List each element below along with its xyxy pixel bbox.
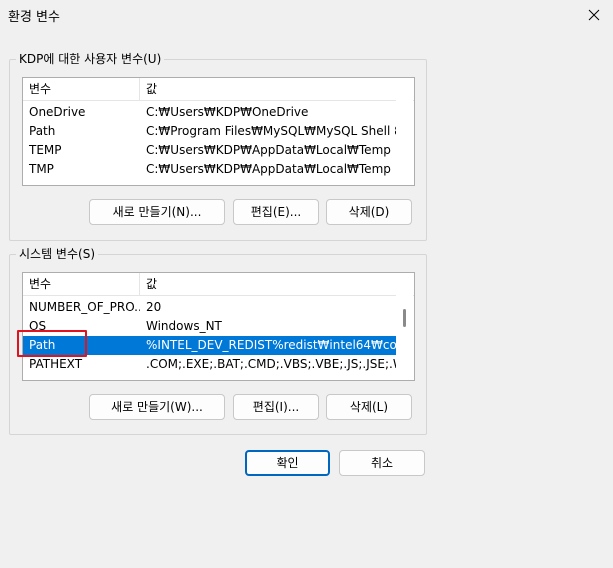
variable-value: C:₩Users₩KDP₩AppData₩Local₩Temp [146,162,391,176]
highlight-annotation [17,330,87,357]
system-edit-button[interactable]: 편집(I)... [233,394,319,420]
variable-name: Path [29,124,56,138]
variable-name: TMP [29,162,54,176]
user-variables-list[interactable]: 변수 값 OneDrive C:₩Users₩KDP₩OneDrive Path… [22,77,415,186]
system-variables-label: 시스템 변수(S) [16,247,98,261]
close-icon [588,9,600,21]
variable-name: TEMP [29,143,62,157]
system-variables-list[interactable]: 변수 값 NUMBER_OF_PRO... 20 OS Windows_NT P… [22,272,415,381]
window-title: 환경 변수 [8,10,60,25]
variable-value: Windows_NT [146,319,222,333]
user-variables-label: KDP에 대한 사용자 변수(U) [16,52,165,66]
variable-value: C:₩Users₩KDP₩OneDrive [146,105,309,119]
list-header: 변수 값 [23,78,414,101]
user-delete-button[interactable]: 삭제(D) [326,199,412,225]
list-header: 변수 값 [23,273,414,296]
table-row[interactable]: Path C:₩Program Files₩MySQL₩MySQL Shell … [23,122,396,141]
user-new-button[interactable]: 새로 만들기(N)... [89,199,225,225]
scrollbar-thumb[interactable] [403,309,406,327]
table-row[interactable]: TEMP C:₩Users₩KDP₩AppData₩Local₩Temp [23,141,396,160]
system-delete-button[interactable]: 삭제(L) [326,394,412,420]
column-header-variable[interactable]: 변수 [23,78,140,100]
table-row[interactable]: PATHEXT .COM;.EXE;.BAT;.CMD;.VBS;.VBE;.J… [23,355,396,374]
variable-value: C:₩Users₩KDP₩AppData₩Local₩Temp [146,143,391,157]
system-new-button[interactable]: 새로 만들기(W)... [89,394,225,420]
user-list-scrollbar[interactable] [396,78,413,183]
column-header-variable[interactable]: 변수 [23,273,140,295]
column-header-value[interactable]: 값 [140,273,396,295]
close-button[interactable] [581,2,607,28]
table-row[interactable]: OneDrive C:₩Users₩KDP₩OneDrive [23,103,396,122]
table-row[interactable]: TMP C:₩Users₩KDP₩AppData₩Local₩Temp [23,160,396,179]
ok-button[interactable]: 확인 [245,450,330,476]
table-row[interactable]: NUMBER_OF_PRO... 20 [23,298,396,317]
title-bar: 환경 변수 [0,0,613,30]
variable-value: .COM;.EXE;.BAT;.CMD;.VBS;.VBE;.JS;.JSE;.… [146,357,396,371]
variable-value: %INTEL_DEV_REDIST%redist₩intel64₩com... [146,338,396,352]
system-list-scrollbar[interactable] [396,273,413,378]
variable-value: C:₩Program Files₩MySQL₩MySQL Shell 8.... [146,124,396,138]
column-header-value[interactable]: 값 [140,78,396,100]
variable-name: PATHEXT [29,357,83,371]
cancel-button[interactable]: 취소 [339,450,425,476]
variable-value: 20 [146,300,162,314]
variable-name: NUMBER_OF_PRO... [29,300,140,314]
variable-name: OneDrive [29,105,86,119]
user-edit-button[interactable]: 편집(E)... [233,199,319,225]
